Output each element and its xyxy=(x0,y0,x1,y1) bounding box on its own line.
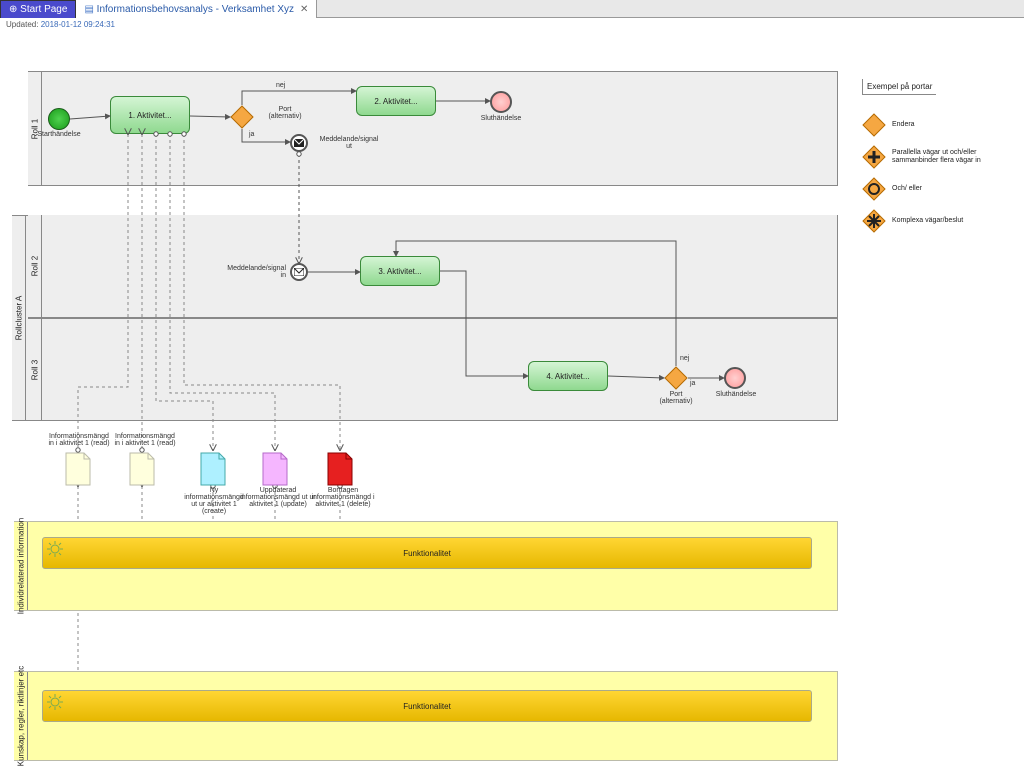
tab-bar: ⊕ Start Page ▤ Informationsbehovsanalys … xyxy=(0,0,1024,18)
doc-delete[interactable] xyxy=(326,451,354,487)
legend-parallel-label: Parallella vägar ut och/eller sammanbind… xyxy=(892,149,1012,164)
legend-complex-label: Komplexa vägar/beslut xyxy=(892,217,963,225)
lane-label-roll2: Roll 2 xyxy=(28,215,42,317)
diagram-icon: ▤ xyxy=(84,4,93,15)
updated-label: Updated: xyxy=(6,20,38,29)
doc-read2[interactable] xyxy=(128,451,156,487)
doc-read2-label: Informationsmängd in i aktivitet 1 (read… xyxy=(110,433,180,447)
updated-value: 2018-01-12 09:24:31 xyxy=(41,20,115,29)
end-event-2-label: Sluthändelse xyxy=(710,391,762,398)
legend-either-label: Endera xyxy=(892,121,915,129)
legend: Exempel på portar Endera Parallella väga… xyxy=(862,79,1012,241)
legend-title: Exempel på portar xyxy=(862,79,936,95)
legend-row-either: Endera xyxy=(862,113,1012,137)
doc-update[interactable] xyxy=(261,451,289,487)
end-event-1[interactable] xyxy=(490,91,512,113)
gear-icon xyxy=(47,694,63,710)
lane-label-roll1: Roll 1 xyxy=(28,72,42,185)
activity-3[interactable]: 3. Aktivitet... xyxy=(360,256,440,286)
diamond-star-icon xyxy=(862,209,886,233)
lane-rules-label: Kunskap, regler, riktlinjer etc xyxy=(14,672,28,760)
gateway-2-ja: ja xyxy=(690,380,695,387)
tab-doc-label: Informationsbehovsanalys - Verksamhet Xy… xyxy=(97,4,294,15)
gateway-1-ja: ja xyxy=(249,131,254,138)
gateway-2-nej: nej xyxy=(680,355,689,362)
gateway-1[interactable] xyxy=(230,105,254,129)
activity-2[interactable]: 2. Aktivitet... xyxy=(356,86,436,116)
activity-1[interactable]: 1. Aktivitet... xyxy=(110,96,190,134)
legend-row-parallel: Parallella vägar ut och/eller sammanbind… xyxy=(862,145,1012,169)
globe-icon: ⊕ xyxy=(9,4,17,15)
message-out-event[interactable] xyxy=(290,134,308,152)
tab-start-label: Start Page xyxy=(20,4,67,15)
gateway-1-label: Port (alternativ) xyxy=(260,106,310,120)
gateway-2[interactable] xyxy=(664,366,688,390)
diamond-icon xyxy=(862,113,886,137)
start-event-1[interactable] xyxy=(48,108,70,130)
end-event-1-label: Sluthändelse xyxy=(475,115,527,122)
func-bar-2-label: Funktionalitet xyxy=(403,702,451,711)
func-bar-1-label: Funktionalitet xyxy=(403,549,451,558)
lane-roll3[interactable]: Roll 3 xyxy=(28,318,838,421)
message-out-label: Meddelande/signal ut xyxy=(314,136,384,150)
diamond-plus-icon xyxy=(862,145,886,169)
doc-create[interactable] xyxy=(199,451,227,487)
lane-label-roll3: Roll 3 xyxy=(28,319,42,420)
doc-delete-label: Borttagen informationsmängd i aktivitet … xyxy=(306,487,380,508)
legend-andor-label: Och/ eller xyxy=(892,185,922,193)
lane-info-label: Individrelaterad information xyxy=(14,522,28,610)
doc-read1-label: Informationsmängd in i aktivitet 1 (read… xyxy=(44,433,114,447)
func-bar-1[interactable]: Funktionalitet xyxy=(42,537,812,569)
message-in-event[interactable] xyxy=(290,263,308,281)
updated-timestamp: Updated: 2018-01-12 09:24:31 xyxy=(0,18,1024,31)
doc-read1[interactable] xyxy=(64,451,92,487)
diagram-canvas[interactable]: Roll 1 Rollcluster A Roll 2 Roll 3 Start… xyxy=(0,31,1024,773)
gear-icon xyxy=(47,541,63,557)
legend-row-andor: Och/ eller xyxy=(862,177,1012,201)
legend-row-complex: Komplexa vägar/beslut xyxy=(862,209,1012,233)
start-event-1-label: Starthändelse xyxy=(34,131,84,138)
tab-document[interactable]: ▤ Informationsbehovsanalys - Verksamhet … xyxy=(76,0,317,18)
gateway-2-label: Port (alternativ) xyxy=(654,391,698,405)
pool-label-cluster-a: Rollcluster A xyxy=(12,216,26,420)
diamond-circle-icon xyxy=(862,177,886,201)
func-bar-2[interactable]: Funktionalitet xyxy=(42,690,812,722)
tab-start-page[interactable]: ⊕ Start Page xyxy=(0,0,76,18)
close-icon[interactable]: ✕ xyxy=(300,4,308,15)
end-event-2[interactable] xyxy=(724,367,746,389)
activity-4[interactable]: 4. Aktivitet... xyxy=(528,361,608,391)
message-in-label: Meddelande/signal in xyxy=(216,265,286,279)
gateway-1-nej: nej xyxy=(276,82,285,89)
